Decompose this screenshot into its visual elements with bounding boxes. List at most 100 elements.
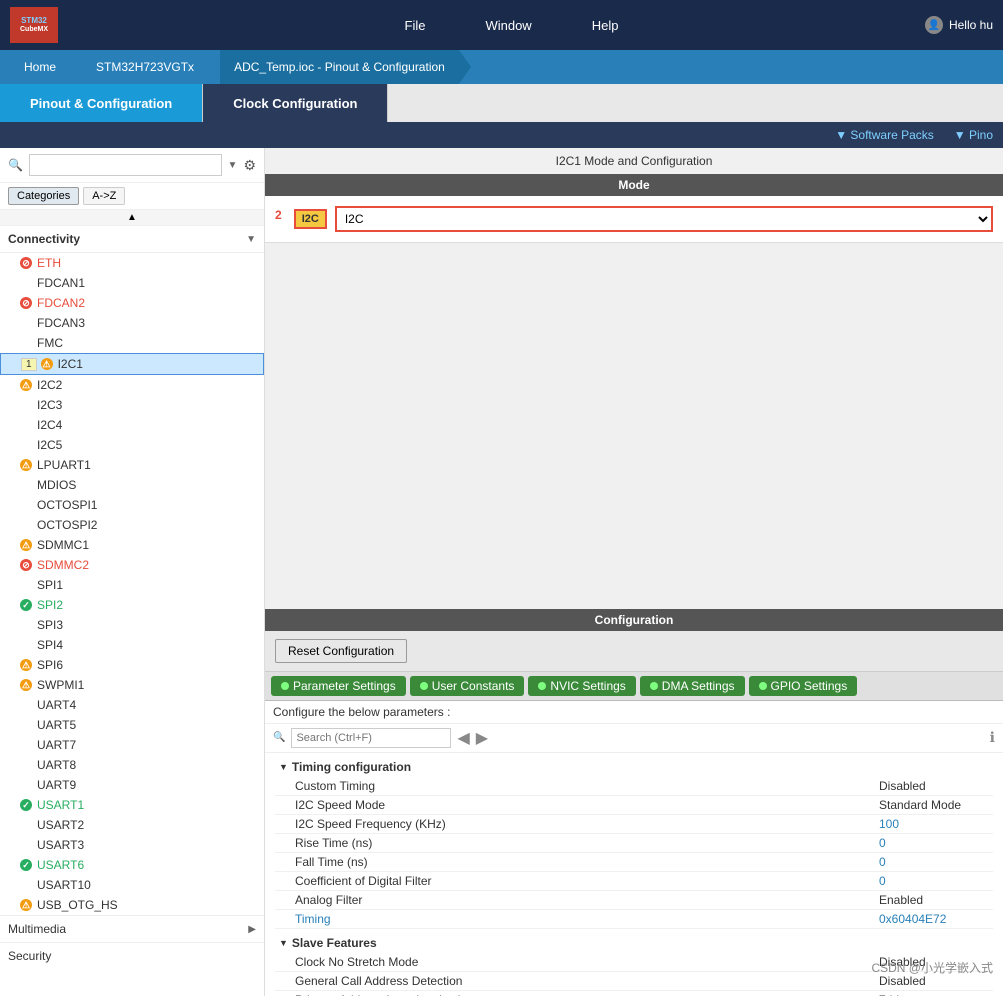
tree-item-i2c3[interactable]: I2C3 — [0, 395, 264, 415]
connectivity-section-header[interactable]: Connectivity ▼ — [0, 226, 264, 253]
menu-file[interactable]: File — [405, 18, 426, 33]
settings-tab-gpio[interactable]: GPIO Settings — [749, 676, 858, 696]
tree-item-mdios[interactable]: MDIOS — [0, 475, 264, 495]
breadcrumb-device-label[interactable]: STM32H723VGTx — [82, 50, 208, 84]
tab-clock[interactable]: Clock Configuration — [203, 84, 388, 122]
param-value: 0x60404E72 — [869, 912, 989, 926]
breadcrumb-bar: Home STM32H723VGTx ADC_Temp.ioc - Pinout… — [0, 50, 1003, 84]
param-name: Primary Address Length selection — [295, 993, 869, 996]
breadcrumb-device[interactable]: STM32H723VGTx — [82, 50, 220, 84]
tree-item-lpuart1[interactable]: ⚠LPUART1 — [0, 455, 264, 475]
tree-item-usart1[interactable]: ✓USART1 — [0, 795, 264, 815]
tree-item-sdmmc2[interactable]: ⊘SDMMC2 — [0, 555, 264, 575]
tree-item-usart10[interactable]: USART10 — [0, 875, 264, 895]
tree-item-label-uart4: UART4 — [37, 698, 76, 712]
status-dot-eth: ⊘ — [20, 257, 32, 269]
sidebar-search-input[interactable] — [29, 154, 222, 176]
tree-item-spi6[interactable]: ⚠SPI6 — [0, 655, 264, 675]
tree-item-uart8[interactable]: UART8 — [0, 755, 264, 775]
tree-item-label-eth: ETH — [37, 256, 61, 270]
timing-group-label: Timing configuration — [292, 760, 411, 774]
tree-item-i2c2[interactable]: ⚠I2C2 — [0, 375, 264, 395]
tree-item-usart2[interactable]: USART2 — [0, 815, 264, 835]
breadcrumb-home-label[interactable]: Home — [10, 50, 70, 84]
tree-item-fdcan1[interactable]: FDCAN1 — [0, 273, 264, 293]
slave-group-header[interactable]: ▼ Slave Features — [275, 933, 993, 953]
main-layout: 🔍 ▼ ⚙ Categories A->Z ▲ Connectivity ▼ ⊘… — [0, 148, 1003, 996]
status-dot-fdcan3 — [20, 317, 32, 329]
tree-item-fdcan2[interactable]: ⊘FDCAN2 — [0, 293, 264, 313]
settings-tab-user-constants[interactable]: User Constants — [410, 676, 525, 696]
tree-item-eth[interactable]: ⊘ ETH — [0, 253, 264, 273]
parameter-tab-dot — [281, 682, 289, 690]
param-name: I2C Speed Frequency (KHz) — [295, 817, 869, 831]
param-value: 0 — [869, 874, 989, 888]
security-section[interactable]: Security — [0, 942, 264, 969]
param-name: Coefficient of Digital Filter — [295, 874, 869, 888]
dropdown-arrow[interactable]: ▼ — [228, 160, 238, 171]
tree-item-uart4[interactable]: UART4 — [0, 695, 264, 715]
tab-pinout[interactable]: Pinout & Configuration — [0, 84, 203, 122]
status-dot-sdmmc2: ⊘ — [20, 559, 32, 571]
tree-item-label-i2c5: I2C5 — [37, 438, 62, 452]
breadcrumb-home[interactable]: Home — [10, 50, 82, 84]
tree-item-label-usart6: USART6 — [37, 858, 84, 872]
tree-item-usb_otg_hs[interactable]: ⚠USB_OTG_HS — [0, 895, 264, 915]
content-title: I2C1 Mode and Configuration — [265, 148, 1003, 174]
sub-tab-software-packs[interactable]: ▼ Software Packs — [835, 128, 934, 142]
status-dot-fdcan1 — [20, 277, 32, 289]
param-search-input[interactable] — [291, 728, 451, 748]
tree-item-uart5[interactable]: UART5 — [0, 715, 264, 735]
mode-row: 2 I2C I2C Disable — [275, 206, 993, 232]
param-search-back[interactable]: ◀ — [457, 728, 469, 748]
sidebar-tab-categories[interactable]: Categories — [8, 187, 79, 205]
tree-item-octospi2[interactable]: OCTOSPI2 — [0, 515, 264, 535]
tree-item-spi1[interactable]: SPI1 — [0, 575, 264, 595]
settings-icon[interactable]: ⚙ — [243, 157, 256, 174]
breadcrumb-file[interactable]: ADC_Temp.ioc - Pinout & Configuration — [220, 50, 471, 84]
tree-item-uart9[interactable]: UART9 — [0, 775, 264, 795]
sub-tab-pino[interactable]: ▼ Pino — [954, 128, 993, 142]
tree-item-i2c1[interactable]: 1⚠I2C1 — [0, 353, 264, 375]
status-dot-i2c2: ⚠ — [20, 379, 32, 391]
reset-btn[interactable]: Reset Configuration — [275, 639, 407, 663]
breadcrumb-file-label[interactable]: ADC_Temp.ioc - Pinout & Configuration — [220, 50, 459, 84]
timing-group-header[interactable]: ▼ Timing configuration — [275, 757, 993, 777]
tree-item-label-usart10: USART10 — [37, 878, 91, 892]
sidebar-tab-az[interactable]: A->Z — [83, 187, 125, 205]
tree-item-spi2[interactable]: ✓SPI2 — [0, 595, 264, 615]
multimedia-section[interactable]: Multimedia ▶ — [0, 915, 264, 942]
search-icon: 🔍 — [8, 158, 23, 172]
status-dot-uart4 — [20, 699, 32, 711]
tree-item-spi4[interactable]: SPI4 — [0, 635, 264, 655]
tree-item-i2c5[interactable]: I2C5 — [0, 435, 264, 455]
tree-item-label-spi2: SPI2 — [37, 598, 63, 612]
param-name: Fall Time (ns) — [295, 855, 869, 869]
scroll-up-btn[interactable]: ▲ — [0, 210, 264, 226]
menu-window[interactable]: Window — [485, 18, 531, 33]
tree-item-octospi1[interactable]: OCTOSPI1 — [0, 495, 264, 515]
tree-item-fdcan3[interactable]: FDCAN3 — [0, 313, 264, 333]
status-dot-i2c4 — [20, 419, 32, 431]
settings-tab-nvic[interactable]: NVIC Settings — [528, 676, 635, 696]
tree-item-i2c4[interactable]: I2C4 — [0, 415, 264, 435]
tree-item-usart6[interactable]: ✓USART6 — [0, 855, 264, 875]
tree-item-usart3[interactable]: USART3 — [0, 835, 264, 855]
tree-item-uart7[interactable]: UART7 — [0, 735, 264, 755]
settings-tab-parameter[interactable]: Parameter Settings — [271, 676, 406, 696]
mode-select[interactable]: I2C Disable — [335, 206, 993, 232]
slave-group-label: Slave Features — [292, 936, 377, 950]
param-search-forward[interactable]: ▶ — [476, 728, 488, 748]
tree-item-sdmmc1[interactable]: ⚠SDMMC1 — [0, 535, 264, 555]
connectivity-tree: ⊘ETHFDCAN1⊘FDCAN2FDCAN3FMC1⚠I2C1⚠I2C2I2C… — [0, 253, 264, 915]
mode-spacer — [265, 243, 1003, 609]
menu-help[interactable]: Help — [592, 18, 619, 33]
timing-group: ▼ Timing configuration Custom TimingDisa… — [275, 757, 993, 929]
tree-item-spi3[interactable]: SPI3 — [0, 615, 264, 635]
tree-item-fmc[interactable]: FMC — [0, 333, 264, 353]
settings-tab-dma[interactable]: DMA Settings — [640, 676, 745, 696]
tree-item-label-usart1: USART1 — [37, 798, 84, 812]
param-name: Rise Time (ns) — [295, 836, 869, 850]
status-dot-mdios — [20, 479, 32, 491]
tree-item-swpmi1[interactable]: ⚠SWPMI1 — [0, 675, 264, 695]
